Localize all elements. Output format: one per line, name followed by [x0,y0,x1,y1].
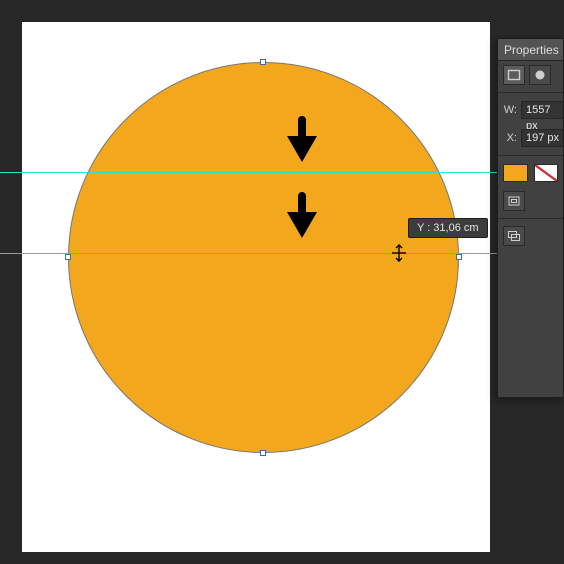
live-shape-icon[interactable] [503,65,525,85]
width-input[interactable]: 1557 px [521,101,564,119]
guide-horizontal-active[interactable] [0,253,564,254]
mask-icon[interactable] [529,65,551,85]
guide-horizontal-cyan[interactable] [0,172,564,173]
tutorial-arrow-2 [287,192,317,238]
width-label: W: [503,104,517,116]
selection-handle-e[interactable] [456,254,462,260]
properties-panel-tab[interactable]: Properties [498,39,563,61]
selection-handle-n[interactable] [260,59,266,65]
selection-handle-w[interactable] [65,254,71,260]
guide-position-tooltip: Y : 31,06 cm [408,218,488,238]
x-input[interactable]: 197 px [521,129,564,147]
selection-handle-s[interactable] [260,450,266,456]
properties-panel[interactable]: Properties W: 1557 px X: 197 px [497,38,564,398]
tutorial-arrow-1 [287,116,317,162]
x-label: X: [503,132,517,144]
extra-panel-icon[interactable] [503,226,525,246]
ellipse-shape[interactable] [68,62,459,453]
align-edges-icon[interactable] [503,191,525,211]
workspace: Y : 31,06 cm Properties W: 1557 px X: 19… [0,0,564,564]
fill-swatch[interactable] [503,164,528,182]
properties-panel-title: Properties [504,43,559,57]
stroke-swatch[interactable] [534,164,559,182]
guide-position-value: Y : 31,06 cm [417,222,479,234]
